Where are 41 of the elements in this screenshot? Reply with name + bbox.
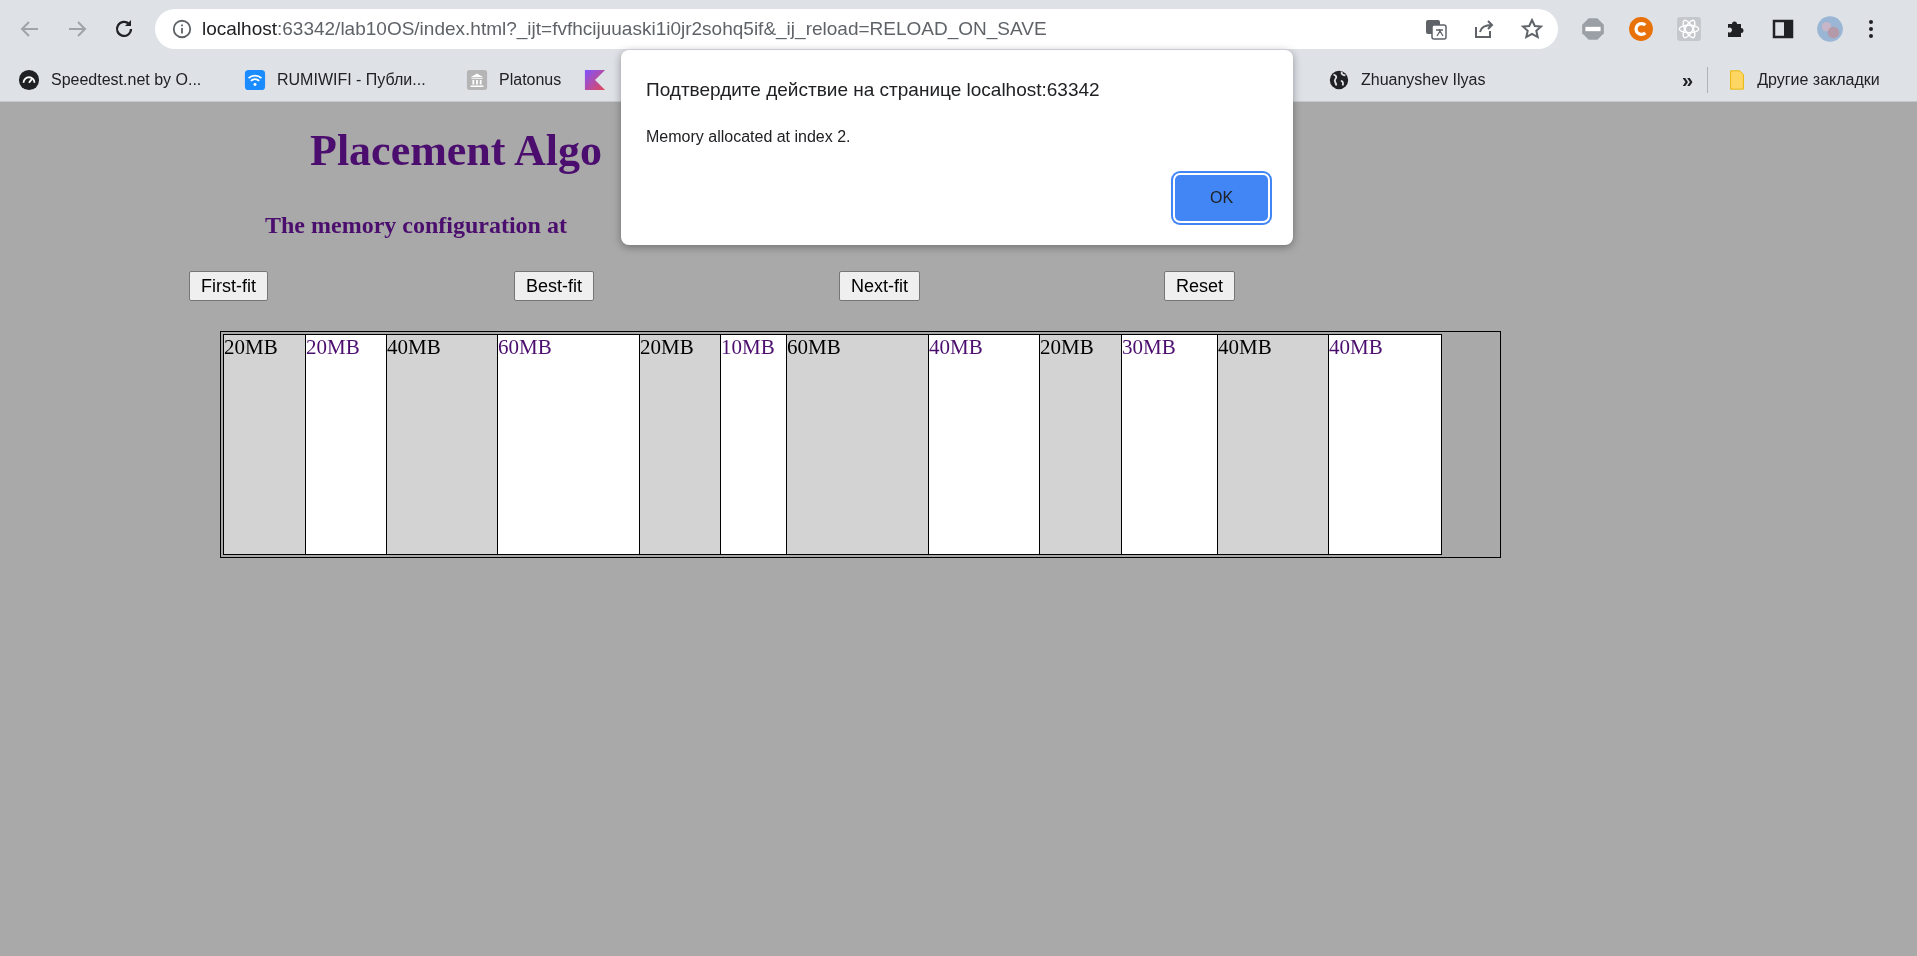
memory-block: 20MB (223, 334, 306, 555)
share-icon[interactable] (1472, 17, 1496, 41)
building-icon[interactable] (466, 69, 488, 91)
memory-block: 40MB (1328, 334, 1442, 555)
memory-block: 20MB (1039, 334, 1122, 555)
dialog-title: Подтвердите действие на странице localhost:63342 (646, 78, 1101, 102)
k-logo-icon[interactable] (584, 69, 606, 91)
side-panel-icon[interactable] (1771, 17, 1795, 41)
bookmark-link[interactable]: Speedtest.net by O... (51, 68, 202, 92)
algorithm-button[interactable]: Reset (1164, 271, 1236, 301)
dialog-message: Memory allocated at index 2. (646, 127, 852, 147)
memory-block: 20MB (305, 334, 387, 555)
bookmark-link[interactable]: RUMIWIFI - Публи... (277, 68, 426, 92)
avatar-icon[interactable] (1816, 15, 1844, 43)
bookmark-link[interactable]: Другие закладки (1757, 68, 1880, 92)
overflow-chevron[interactable]: » (1682, 65, 1694, 95)
translate-icon[interactable] (1424, 17, 1448, 41)
c-logo-icon[interactable] (1628, 16, 1654, 42)
address-bar[interactable]: localhost:63342/lab10OS/index.html?_ijt=fvfhcijuuaski1i0jr2sohq5if&_ij_reload=RELOAD_ON_SAVE (155, 9, 1558, 49)
page-subtitle: The memory configuration at (265, 211, 567, 240)
memory-block: 40MB (386, 334, 498, 555)
star-icon[interactable] (1520, 17, 1544, 41)
stop-sign-icon[interactable] (1580, 16, 1606, 42)
bookmark-link[interactable]: Platonus (499, 68, 562, 92)
memory-block: 20MB (639, 334, 721, 555)
memory-block: 30MB (1121, 334, 1218, 555)
page-title: Placement Algo (310, 126, 603, 176)
memory-block: 60MB (786, 334, 929, 555)
algorithm-button[interactable]: First-fit (189, 271, 268, 301)
wifi-icon[interactable] (244, 69, 266, 91)
algorithm-button[interactable]: Best-fit (514, 271, 594, 301)
info-icon (171, 18, 193, 40)
bookmark-link[interactable]: Zhuanyshev Ilyas (1361, 68, 1486, 92)
globe-icon[interactable] (1328, 69, 1350, 91)
algorithm-button[interactable]: Next-fit (839, 271, 920, 301)
memory-block: 40MB (928, 334, 1040, 555)
memory-block: 10MB (720, 334, 787, 555)
memory-block: 40MB (1217, 334, 1329, 555)
gauge-icon[interactable] (18, 69, 40, 91)
memory-block: 60MB (497, 334, 640, 555)
url-text: localhost:63342/lab10OS/index.html?_ijt=fvfhcijuuaski1i0jr2sohq5if&_ij_reload=RELOAD_ON_SAVE (202, 16, 1047, 42)
